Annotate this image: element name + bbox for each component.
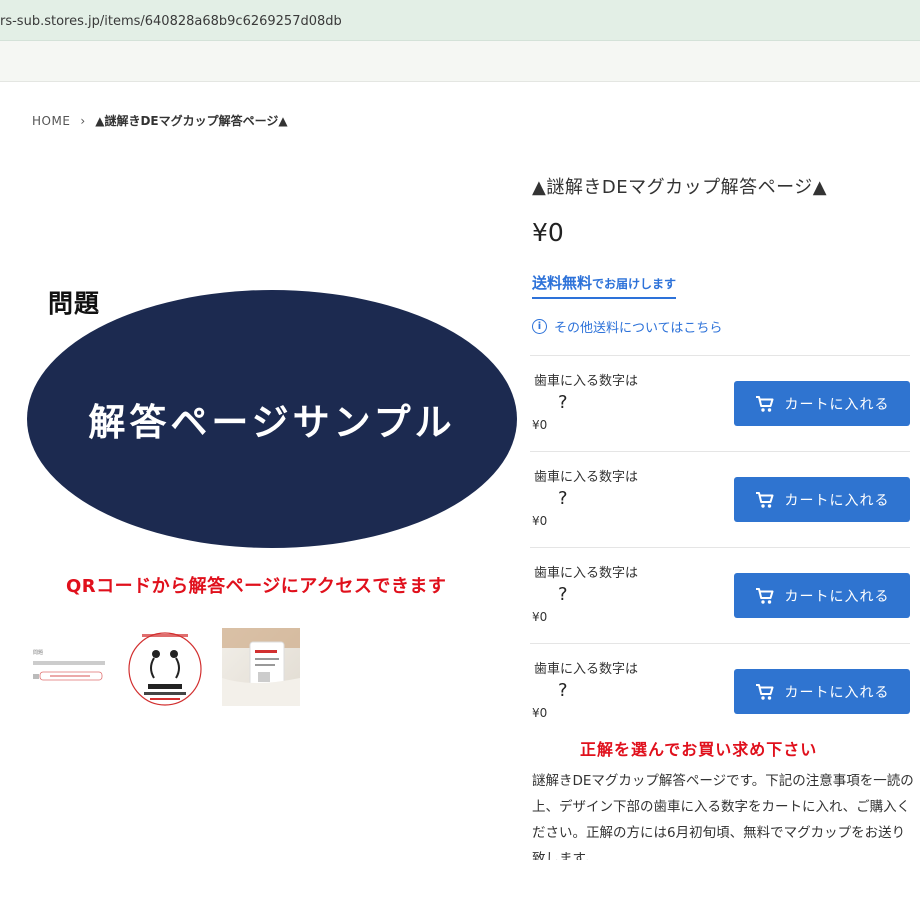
free-shipping-label: 送料無料: [532, 274, 593, 292]
variant-row: 歯車に入る数字は? ¥0 カートに入れる: [530, 355, 910, 452]
variant-row: 歯車に入る数字は? ¥0 カートに入れる: [530, 643, 910, 740]
breadcrumb-home-link[interactable]: HOME: [32, 114, 70, 128]
variant-value: ?: [558, 488, 568, 509]
variant-label: 歯車に入る数字は: [534, 662, 639, 677]
url-text[interactable]: rs-sub.stores.jp/items/640828a68b9c62692…: [0, 14, 342, 29]
svg-text:問題: 問題: [33, 650, 43, 656]
product-price: ¥0: [532, 218, 564, 247]
cart-icon: [755, 491, 773, 508]
other-shipping-text[interactable]: その他送料についてはこちら: [554, 317, 722, 336]
thumbnail-3-art: [222, 628, 300, 706]
add-to-cart-button[interactable]: カートに入れる: [734, 573, 910, 618]
mondai-label: 問題: [48, 289, 101, 318]
product-description: 謎解きDEマグカップ解答ページです。下記の注意事項を一読の上、デザイン下部の歯車…: [532, 773, 914, 860]
browser-address-bar[interactable]: rs-sub.stores.jp/items/640828a68b9c62692…: [0, 0, 920, 41]
cart-icon: [755, 587, 773, 604]
add-to-cart-button[interactable]: カートに入れる: [734, 381, 910, 426]
add-to-cart-label: カートに入れる: [784, 492, 890, 509]
variant-price: ¥0: [532, 706, 548, 720]
browser-toolbar: [0, 41, 920, 82]
variant-row: 歯車に入る数字は? ¥0 カートに入れる: [530, 451, 910, 548]
answer-sample-text: 解答ページサンプル: [88, 401, 456, 444]
free-shipping-suffix: でお届けします: [592, 277, 677, 291]
variant-value: ?: [558, 392, 568, 413]
variant-price: ¥0: [532, 610, 548, 624]
thumbnail-1[interactable]: 問題: [30, 628, 108, 706]
breadcrumb-separator: ›: [80, 113, 86, 128]
breadcrumb-current: ▲謎解きDEマグカップ解答ページ▲: [95, 114, 288, 128]
info-icon: i: [532, 319, 547, 334]
add-to-cart-label: カートに入れる: [784, 588, 890, 605]
cart-icon: [755, 683, 773, 700]
thumbnail-3[interactable]: [222, 628, 300, 706]
variant-price: ¥0: [532, 514, 548, 528]
variant-label: 歯車に入る数字は: [534, 566, 639, 581]
variant-label: 歯車に入る数字は: [534, 470, 639, 485]
thumbnail-2-art: [128, 632, 202, 706]
variant-row: 歯車に入る数字は? ¥0 カートに入れる: [530, 547, 910, 644]
qr-access-note: QRコードから解答ページにアクセスできます: [66, 576, 447, 597]
variant-price: ¥0: [532, 418, 548, 432]
variant-value: ?: [558, 584, 568, 605]
add-to-cart-label: カートに入れる: [784, 684, 890, 701]
breadcrumb: HOME › ▲謎解きDEマグカップ解答ページ▲: [32, 112, 288, 129]
answer-sample-oval: 解答ページサンプル: [27, 290, 517, 548]
product-title: ▲謎解きDEマグカップ解答ページ▲: [532, 177, 828, 198]
other-shipping-link[interactable]: i その他送料についてはこちら: [532, 317, 722, 336]
free-shipping-badge: 送料無料でお届けします: [532, 272, 677, 299]
add-to-cart-button[interactable]: カートに入れる: [734, 477, 910, 522]
thumbnail-2[interactable]: [126, 628, 204, 706]
add-to-cart-button[interactable]: カートに入れる: [734, 669, 910, 714]
cart-icon: [755, 395, 773, 412]
thumbnail-1-art: 問題: [33, 650, 105, 681]
add-to-cart-label: カートに入れる: [784, 396, 890, 413]
select-answer-note: 正解を選んでお買い求め下さい: [580, 740, 818, 759]
variant-value: ?: [558, 680, 568, 701]
variant-label: 歯車に入る数字は: [534, 374, 639, 389]
